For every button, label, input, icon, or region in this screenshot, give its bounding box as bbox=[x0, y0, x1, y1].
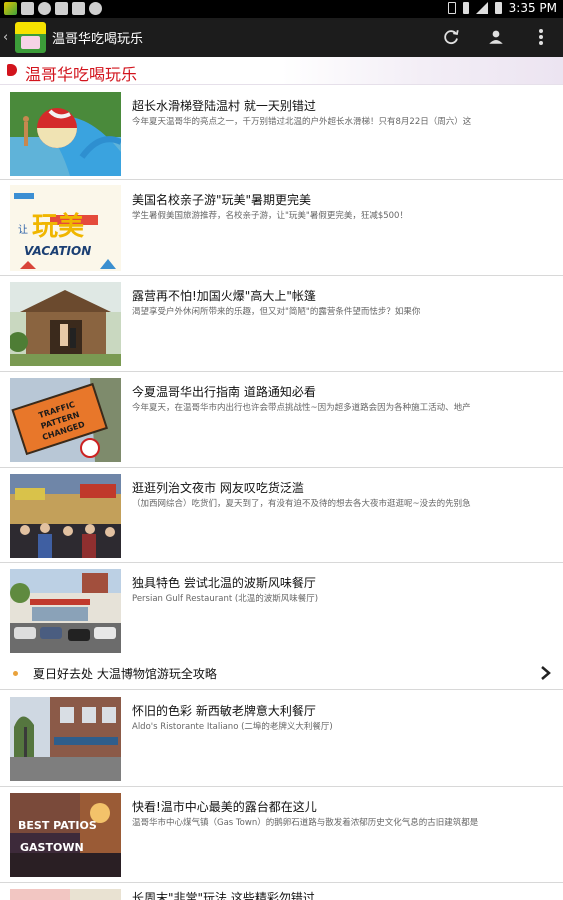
section-header: 温哥华吃喝玩乐 bbox=[0, 57, 563, 85]
notification-icons bbox=[4, 2, 102, 15]
article-summary: 今年夏天温哥华的亮点之一，千万别错过北温的户外超长水滑梯！只有8月22日（周六）… bbox=[132, 117, 472, 127]
article-title: 超长水滑梯登陆温村 就一天别错过 bbox=[132, 99, 316, 113]
article-thumbnail bbox=[10, 569, 121, 653]
best-patios-text: BEST PATIOS bbox=[18, 819, 97, 832]
article-summary: 今年夏天，在温哥华市内出行也许会带点挑战性~因为超多道路会因为各种施工活动、地产 bbox=[132, 403, 471, 413]
refresh-icon bbox=[444, 30, 459, 45]
bullet-icon bbox=[13, 671, 18, 676]
back-chevron-icon[interactable]: ‹ bbox=[3, 30, 8, 45]
vacation-play-text: 玩美 bbox=[32, 211, 84, 242]
article-item-tent[interactable]: 露营再不怕!加国火爆"高大上"帐篷 渴望享受户外休闲所带来的乐趣，但又对"简陋"… bbox=[0, 276, 563, 372]
article-item-italian-restaurant[interactable]: 怀旧的色彩 新西敏老牌意大利餐厅 Aldo's Ristorante Itali… bbox=[0, 691, 563, 787]
article-summary: （加西网综合）吃货们，夏天到了，有没有迫不及待的想去各大夜市逛逛呢~没去的先别急 bbox=[132, 499, 471, 509]
section-title: 温哥华吃喝玩乐 bbox=[25, 65, 138, 84]
app-notification-icon bbox=[4, 2, 17, 15]
article-title: 逛逛列治文夜市 网友叹吃货泛滥 bbox=[132, 481, 304, 495]
vacation-word-text: VACATION bbox=[24, 244, 91, 258]
gastown-text: GASTOWN bbox=[20, 841, 84, 854]
svg-text:让: 让 bbox=[18, 224, 28, 236]
app-title: 温哥华吃喝玩乐 bbox=[52, 32, 144, 47]
image-notification-icon bbox=[21, 2, 34, 15]
action-bar: ‹ 温哥华吃喝玩乐 bbox=[0, 18, 563, 57]
account-button[interactable] bbox=[485, 26, 507, 48]
article-summary: 渴望享受户外休闲所带来的乐趣，但又对"简陋"的露营条件望而怯步？如果你 bbox=[132, 307, 421, 317]
article-title: 美国名校亲子游"玩美"暑期更完美 bbox=[132, 193, 312, 207]
article-title: 露营再不怕!加国火爆"高大上"帐篷 bbox=[132, 289, 316, 303]
article-thumbnail bbox=[10, 474, 121, 558]
bluetooth-icon bbox=[447, 2, 456, 14]
article-thumbnail: BEST PATIOS GASTOWN bbox=[10, 793, 121, 877]
user-icon bbox=[489, 30, 503, 44]
article-thumbnail: TRAFFIC PATTERN CHANGED bbox=[10, 378, 121, 462]
article-title: 怀旧的色彩 新西敏老牌意大利餐厅 bbox=[132, 704, 316, 718]
article-thumbnail bbox=[10, 889, 121, 900]
status-time: 3:35 PM bbox=[508, 1, 557, 15]
vibrate-icon bbox=[462, 2, 469, 14]
overflow-menu-icon bbox=[539, 29, 543, 45]
article-item-museum-guide[interactable]: 夏日好去处 大温博物馆游玩全攻略 bbox=[0, 657, 563, 690]
refresh-button[interactable] bbox=[440, 26, 462, 48]
article-title: 今夏温哥华出行指南 道路通知必看 bbox=[132, 385, 316, 399]
article-item-gastown-patios[interactable]: BEST PATIOS GASTOWN 快看!温市中心最美的露台都在这儿 温哥华… bbox=[0, 787, 563, 883]
article-thumbnail bbox=[10, 282, 121, 366]
article-summary: Aldo's Ristorante Italiano (二埠的老牌义大利餐厅) bbox=[132, 722, 333, 732]
article-thumbnail: 让 玩美 VACATION bbox=[10, 185, 121, 271]
article-item-night-market[interactable]: 逛逛列治文夜市 网友叹吃货泛滥 （加西网综合）吃货们，夏天到了，有没有迫不及待的… bbox=[0, 468, 563, 563]
article-thumbnail bbox=[10, 92, 121, 176]
wifi-signal-icon bbox=[475, 2, 488, 14]
article-item-water-slide[interactable]: 超长水滑梯登陆温村 就一天别错过 今年夏天温哥华的亮点之一，千万别错过北温的户外… bbox=[0, 86, 563, 180]
article-title: 快看!温市中心最美的露台都在这儿 bbox=[132, 800, 317, 814]
gallery-notification-icon bbox=[72, 2, 85, 15]
article-title: 夏日好去处 大温博物馆游玩全攻略 bbox=[33, 667, 217, 681]
app-logo[interactable] bbox=[15, 22, 46, 53]
sync-notification-icon bbox=[38, 2, 51, 15]
article-title: 长周末"非常"玩法 这些精彩勿错过 bbox=[132, 891, 315, 900]
article-item-traffic[interactable]: TRAFFIC PATTERN CHANGED 今夏温哥华出行指南 道路通知必看… bbox=[0, 372, 563, 468]
article-summary: Persian Gulf Restaurant (北温的波斯风味餐厅) bbox=[132, 594, 319, 604]
article-thumbnail bbox=[10, 697, 121, 781]
status-bar: 3:35 PM bbox=[0, 0, 563, 18]
article-item-persian-restaurant[interactable]: 独具特色 尝试北温的波斯风味餐厅 Persian Gulf Restaurant… bbox=[0, 563, 563, 658]
overflow-menu-button[interactable] bbox=[530, 26, 552, 48]
article-summary: 学生暑假美国旅游推荐，名校亲子游，让"玩美"暑假更完美，狂减$500！ bbox=[132, 211, 408, 221]
battery-icon bbox=[494, 2, 502, 14]
settings-notification-icon bbox=[89, 2, 102, 15]
section-marker-icon bbox=[7, 64, 17, 76]
article-summary: 温哥华市中心煤气镇（Gas Town）的鹅卵石道路与散发着浓郁历史文化气息的古旧… bbox=[132, 818, 479, 828]
article-title: 独具特色 尝试北温的波斯风味餐厅 bbox=[132, 576, 316, 590]
article-item-long-weekend[interactable]: 长周末"非常"玩法 这些精彩勿错过 bbox=[0, 883, 563, 900]
mail-notification-icon bbox=[55, 2, 68, 15]
chevron-right-icon bbox=[540, 665, 552, 685]
article-item-vacation[interactable]: 让 玩美 VACATION 美国名校亲子游"玩美"暑期更完美 学生暑假美国旅游推… bbox=[0, 180, 563, 276]
